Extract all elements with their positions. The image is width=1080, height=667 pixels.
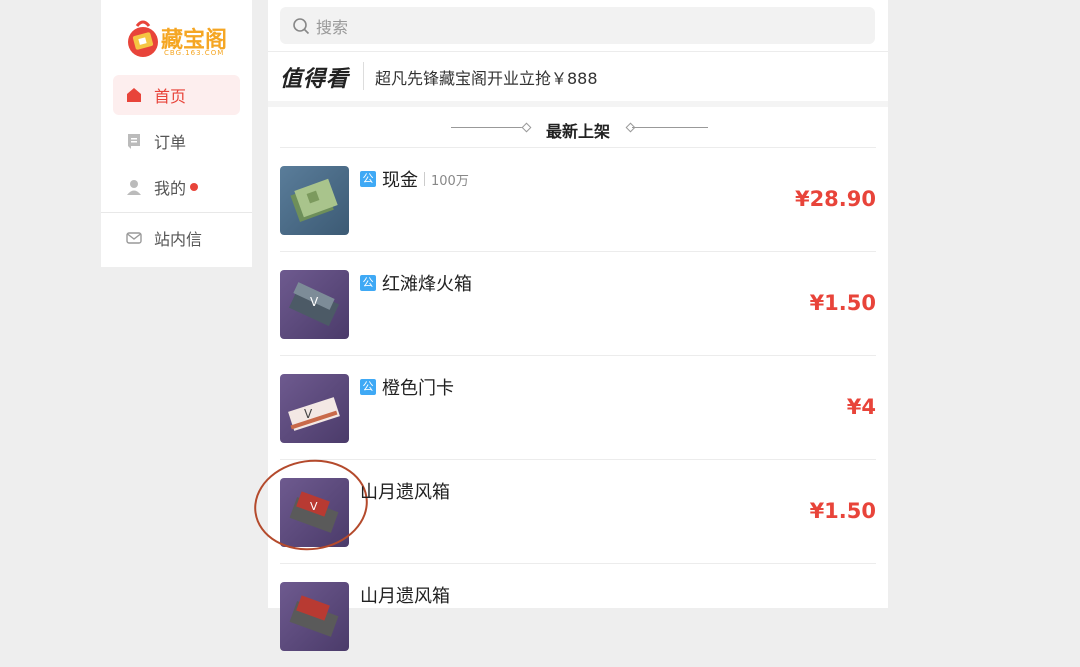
treasure-logo-icon xyxy=(128,20,158,57)
listing-item[interactable]: V 公 红滩烽火箱 ¥1.50 xyxy=(280,251,876,355)
logo[interactable]: 藏宝阁 CBG.163.COM xyxy=(123,14,233,60)
item-price: ¥28.90 xyxy=(794,187,876,211)
promo-banner[interactable]: 值得看 超凡先锋藏宝阁开业立抢￥888 xyxy=(268,51,888,102)
user-icon xyxy=(127,180,141,195)
listing-item[interactable]: V 山月遗风箱 ¥1.50 xyxy=(248,452,876,563)
sidebar: 藏宝阁 CBG.163.COM 首页 订单 我的 站内信 xyxy=(101,0,252,267)
item-name-row: 公 红滩烽火箱 xyxy=(360,270,472,296)
nav-item-home[interactable]: 首页 xyxy=(113,75,240,115)
nav-item-orders[interactable]: 订单 xyxy=(113,121,240,161)
keycard-icon: V xyxy=(288,397,340,431)
listing-item[interactable]: 公 现金 100万 ¥28.90 xyxy=(280,147,876,251)
promo-divider xyxy=(363,62,364,90)
nav-item-label: 我的 xyxy=(154,179,187,198)
nav-item-messages[interactable]: 站内信 xyxy=(113,218,240,258)
search-icon xyxy=(293,17,310,34)
item-name: 山月遗风箱 xyxy=(360,482,450,503)
promo-text[interactable]: 超凡先锋藏宝阁开业立抢￥888 xyxy=(375,65,598,89)
home-icon xyxy=(127,88,141,102)
official-badge: 公 xyxy=(360,379,376,395)
promo-title: 值得看 xyxy=(280,67,350,92)
nav-item-label: 首页 xyxy=(154,87,187,106)
item-price: ¥1.50 xyxy=(809,291,876,315)
item-name-row: 公 现金 100万 xyxy=(360,166,469,192)
item-price: ¥1.50 xyxy=(809,499,876,523)
section-title: 最新上架 xyxy=(545,122,610,141)
item-thumbnail[interactable] xyxy=(280,582,349,651)
listing-item[interactable]: V 公 橙色门卡 ¥4 xyxy=(280,355,876,459)
item-name: 山月遗风箱 xyxy=(360,586,450,607)
cash-icon xyxy=(290,178,338,222)
item-quantity: 100万 xyxy=(431,173,469,189)
annotation-circle xyxy=(248,452,374,558)
item-name: 红滩烽火箱 xyxy=(382,274,472,295)
qty-divider xyxy=(424,172,425,186)
official-badge: 公 xyxy=(360,171,376,187)
sidebar-divider xyxy=(101,212,252,213)
item-name-row: 山月遗风箱 xyxy=(360,582,450,608)
item-thumbnail[interactable]: V xyxy=(280,270,349,339)
svg-text:V: V xyxy=(304,407,313,421)
item-name: 橙色门卡 xyxy=(382,378,454,399)
decor-line-right xyxy=(632,127,708,128)
item-thumbnail[interactable]: V xyxy=(280,374,349,443)
item-price: ¥4 xyxy=(846,395,876,419)
svg-text:V: V xyxy=(310,295,319,309)
notification-dot xyxy=(190,183,199,191)
item-name: 现金 xyxy=(382,170,418,191)
listing-item[interactable]: 山月遗风箱 xyxy=(280,563,876,667)
item-name-row: 山月遗风箱 xyxy=(360,478,450,504)
listing-list: 公 现金 100万 ¥28.90 V 公 红滩烽火箱 ¥1.50 V 公 橙色门… xyxy=(248,147,876,667)
crate-icon xyxy=(289,595,339,637)
order-icon xyxy=(128,134,140,149)
mail-icon xyxy=(126,232,142,244)
search-placeholder: 搜索 xyxy=(316,17,349,37)
item-name-row: 公 橙色门卡 xyxy=(360,374,454,400)
crate-icon: V xyxy=(288,282,340,327)
nav-item-mine[interactable]: 我的 xyxy=(113,167,240,207)
search-bar[interactable]: 搜索 xyxy=(280,7,875,44)
logo-subtext: CBG.163.COM xyxy=(164,49,225,57)
main-content: 搜索 值得看 超凡先锋藏宝阁开业立抢￥888 最新上架 公 现金 100万 ¥2… xyxy=(248,0,888,651)
nav-item-label: 站内信 xyxy=(154,230,203,249)
section-header: 最新上架 xyxy=(268,107,888,147)
official-badge: 公 xyxy=(360,275,376,291)
item-thumbnail[interactable] xyxy=(280,166,349,235)
nav-item-label: 订单 xyxy=(154,133,187,152)
